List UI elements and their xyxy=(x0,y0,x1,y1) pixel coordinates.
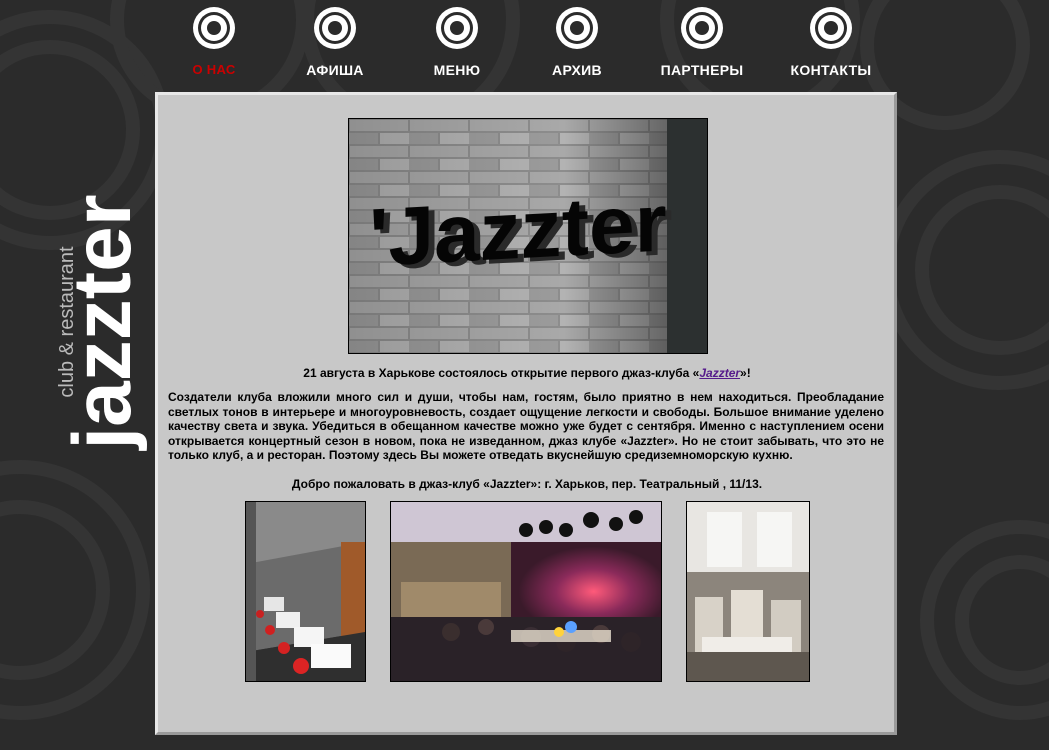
vinyl-icon xyxy=(193,7,235,49)
nav-item-about[interactable]: О НАС xyxy=(154,6,274,77)
nav-item-archive[interactable]: АРХИВ xyxy=(517,6,637,78)
welcome-address: Добро пожаловать в джаз-клуб «Jazzter»: … xyxy=(291,477,763,491)
brand-logo[interactable]: jazzter club & restaurant xyxy=(40,150,150,495)
nav-label-archive: АРХИВ xyxy=(552,62,602,78)
headline-text-before: 21 августа в Харькове состоялось открыти… xyxy=(303,366,700,380)
nav-item-menu[interactable]: МЕНЮ xyxy=(397,6,517,78)
vinyl-icon xyxy=(436,7,478,49)
content-panel: 'Jazzter 'Jazzter 21 августа в Харькове … xyxy=(155,92,897,735)
hero-sign-text: 'Jazzter xyxy=(369,177,666,284)
vinyl-icon xyxy=(681,7,723,49)
main-nav: О НАС АФИША МЕНЮ АРХИВ ПАРТНЕРЫ КОНТАКТЫ xyxy=(160,0,900,90)
nav-item-contacts[interactable]: КОНТАКТЫ xyxy=(771,6,891,78)
vinyl-icon xyxy=(556,7,598,49)
vinyl-icon xyxy=(810,7,852,49)
nav-label-afisha: АФИША xyxy=(306,62,364,78)
nav-label-about: О НАС xyxy=(192,62,236,77)
nav-item-afisha[interactable]: АФИША xyxy=(275,6,395,78)
dining-photo xyxy=(686,501,810,682)
jazzter-link[interactable]: Jazzter xyxy=(699,366,740,380)
nav-label-contacts: КОНТАКТЫ xyxy=(790,62,872,78)
concert-photo xyxy=(390,501,662,682)
opening-headline: 21 августа в Харькове состоялось открыти… xyxy=(168,366,886,380)
nav-label-partners: ПАРТНЕРЫ xyxy=(660,62,744,78)
nav-item-partners[interactable]: ПАРТНЕРЫ xyxy=(642,6,762,78)
nav-label-menu: МЕНЮ xyxy=(433,62,481,78)
description-paragraph: Создатели клуба вложили много сил и души… xyxy=(168,390,884,462)
interior-photo-1 xyxy=(245,501,366,682)
hero-image: 'Jazzter 'Jazzter xyxy=(348,118,708,354)
brand-tagline: club & restaurant xyxy=(56,246,78,398)
headline-text-after: »! xyxy=(740,366,751,380)
vinyl-icon xyxy=(314,7,356,49)
